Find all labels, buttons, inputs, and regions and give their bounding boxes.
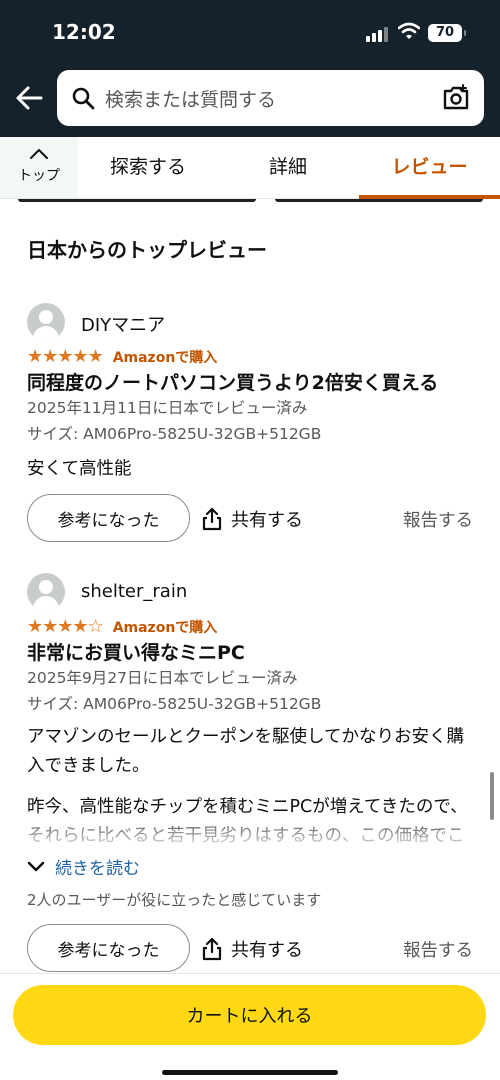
search-bar[interactable]: 検索または質問する bbox=[57, 70, 484, 126]
review-body: アマゾンのセールとクーポンを駆使してかなりお安く購入できました。 bbox=[27, 727, 464, 776]
review-body-continued: 昨今、高性能なチップを積むミニPCが増えてきたので、それらに比べると若干見劣りは… bbox=[27, 793, 477, 851]
status-time: 12:02 bbox=[52, 20, 116, 44]
review-date: 2025年11月11日に日本でレビュー済み bbox=[27, 399, 308, 417]
scrolled-card-edge bbox=[18, 199, 256, 202]
verified-purchase-badge: Amazonで購入 bbox=[112, 620, 218, 636]
star-rating: ★★★★★ bbox=[27, 346, 104, 367]
star-rating: ★★★★☆ bbox=[27, 616, 104, 637]
share-label: 共有する bbox=[231, 940, 303, 961]
chevron-up-icon bbox=[30, 149, 48, 159]
helpful-count: 2人のユーザーが役に立ったと感じています bbox=[27, 891, 322, 909]
tab-reviews[interactable]: レビュー bbox=[359, 137, 500, 199]
review-variant: サイズ: AM06Pro-5825U-32GB+512GB bbox=[27, 425, 322, 443]
battery-icon: 70 bbox=[428, 24, 466, 42]
add-to-cart-button[interactable]: カートに入れる bbox=[13, 985, 486, 1045]
avatar bbox=[27, 573, 65, 611]
scrolled-card-edge bbox=[275, 199, 483, 202]
reviewer-name[interactable]: shelter_rain bbox=[81, 581, 187, 602]
back-arrow-icon[interactable] bbox=[14, 85, 44, 111]
review-title[interactable]: 同程度のノートパソコン買うより2倍安く買える bbox=[27, 371, 477, 395]
home-indicator bbox=[162, 1070, 338, 1075]
verified-purchase-badge: Amazonで購入 bbox=[112, 350, 218, 366]
chevron-down-icon bbox=[27, 861, 45, 872]
status-bar: 12:02 70 bbox=[0, 0, 500, 66]
camera-search-icon[interactable] bbox=[442, 84, 470, 112]
avatar bbox=[27, 303, 65, 341]
share-icon bbox=[202, 937, 222, 961]
tab-explore[interactable]: 探索する bbox=[90, 137, 206, 198]
reviewer-name[interactable]: DIYマニア bbox=[81, 311, 165, 337]
search-input[interactable]: 検索または質問する bbox=[105, 85, 276, 112]
tab-details[interactable]: 詳細 bbox=[245, 137, 331, 198]
read-more-link[interactable]: 続きを読む bbox=[27, 851, 477, 881]
report-link[interactable]: 報告する bbox=[403, 937, 473, 962]
wifi-icon bbox=[398, 22, 420, 39]
add-to-cart-bar: カートに入れる bbox=[0, 973, 500, 1080]
review-title[interactable]: 非常にお買い得なミニPC bbox=[27, 641, 477, 665]
search-icon bbox=[72, 87, 95, 110]
tab-top-label: トップ bbox=[18, 168, 60, 184]
review-variant: サイズ: AM06Pro-5825U-32GB+512GB bbox=[27, 695, 322, 713]
signal-icon bbox=[366, 26, 388, 42]
report-link[interactable]: 報告する bbox=[403, 507, 473, 532]
helpful-button[interactable]: 参考になった bbox=[27, 924, 190, 972]
tab-top[interactable]: トップ bbox=[0, 137, 78, 198]
review-card: shelter_rain ★★★★☆ Amazonで購入 非常にお買い得なミニP… bbox=[27, 573, 477, 974]
product-tabs: トップ 探索する 詳細 レビュー bbox=[0, 137, 500, 199]
review-date: 2025年9月27日に日本でレビュー済み bbox=[27, 669, 298, 687]
share-button[interactable]: 共有する bbox=[201, 936, 303, 962]
review-card: DIYマニア ★★★★★ Amazonで購入 同程度のノートパソコン買うより2倍… bbox=[27, 303, 477, 544]
share-button[interactable]: 共有する bbox=[201, 506, 303, 532]
app-header: 12:02 70 検索または質問する bbox=[0, 0, 500, 137]
review-body: 安くて高性能 bbox=[27, 459, 132, 479]
scrollbar[interactable] bbox=[490, 772, 494, 820]
read-more-label: 続きを読む bbox=[55, 858, 140, 879]
helpful-button[interactable]: 参考になった bbox=[27, 494, 190, 542]
section-title: 日本からのトップレビュー bbox=[27, 238, 267, 262]
share-label: 共有する bbox=[231, 510, 303, 531]
share-icon bbox=[202, 507, 222, 531]
